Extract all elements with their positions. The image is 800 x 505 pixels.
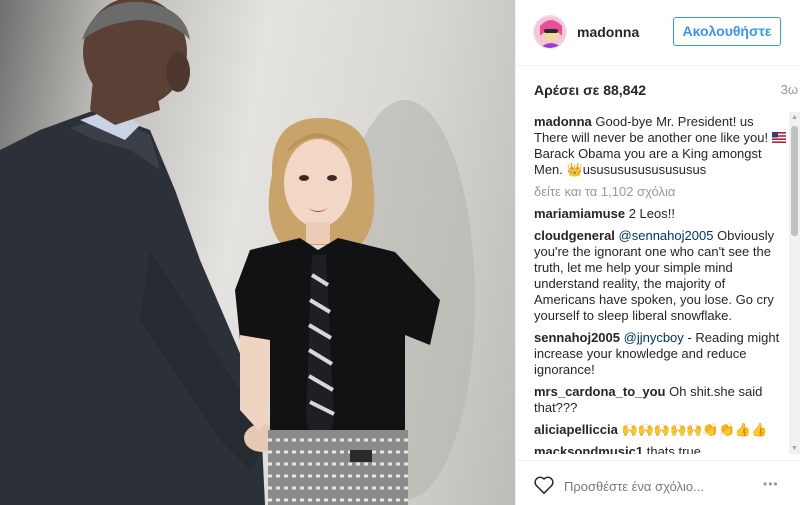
comment-text: 🙌🙌🙌🙌🙌👏👏👍👍 [621,422,768,437]
scroll-up-arrow-icon[interactable]: ▲ [789,112,800,123]
comments-scrollbar[interactable]: ▲ ▼ [789,112,800,454]
us-flag-icon [771,132,786,143]
comment-username[interactable]: cloudgeneral [534,228,615,243]
post-timestamp[interactable]: 3ω [781,82,798,97]
comment-item: mariamiamuse 2 Leos!! [534,206,788,222]
comment-item: sennahoj2005 @jjnycboy - Reading might i… [534,330,788,378]
comment-item: macksondmusic1 thats true [534,444,788,454]
photo-illustration [0,0,475,505]
follow-button[interactable]: Ακολουθήστε [673,17,781,46]
comment-username[interactable]: macksondmusic1 [534,444,643,454]
view-all-comments-link[interactable]: δείτε και τα 1,102 σχόλια [534,184,788,200]
post-details-panel: madonna Ακολουθήστε Αρέσει σε 88,842 3ω … [515,0,800,505]
caption: madonna Good-bye Mr. President! us There… [534,114,788,178]
comment-username[interactable]: mariamiamuse [534,206,625,221]
comment-username[interactable]: aliciapelliccia [534,422,618,437]
post-photo[interactable] [0,0,515,505]
more-options-icon[interactable]: ••• [763,477,779,491]
post-author-username[interactable]: madonna [577,24,639,40]
avatar-image [534,16,566,48]
likes-count[interactable]: Αρέσει σε 88,842 [534,82,646,98]
likes-row: Αρέσει σε 88,842 3ω [534,82,798,100]
post-header: madonna Ακολουθήστε [516,0,800,66]
caption-text-2: Barack Obama you are a King amongst Men.… [534,146,762,177]
scroll-down-arrow-icon[interactable]: ▼ [789,443,800,454]
comment-username[interactable]: mrs_cardona_to_you [534,384,666,399]
comments-list: madonna Good-bye Mr. President! us There… [534,114,788,454]
comment-footer: ••• [516,460,800,505]
add-comment-input[interactable] [564,477,754,495]
comment-text: 2 Leos!! [628,206,675,221]
heart-outline-icon[interactable] [533,475,555,495]
comment-item: cloudgeneral @sennahoj2005 Obviously you… [534,228,788,324]
comment-item: mrs_cardona_to_you Oh shit.she said that… [534,384,788,416]
comment-mention[interactable]: @jjnycboy [624,330,684,345]
profile-avatar[interactable] [533,15,567,49]
comment-text: thats true [646,444,701,454]
caption-username[interactable]: madonna [534,114,592,129]
comment-username[interactable]: sennahoj2005 [534,330,620,345]
comment-mention[interactable]: @sennahoj2005 [619,228,714,243]
scrollbar-thumb[interactable] [791,126,798,236]
comment-item: aliciapelliccia 🙌🙌🙌🙌🙌👏👏👍👍 [534,422,788,438]
